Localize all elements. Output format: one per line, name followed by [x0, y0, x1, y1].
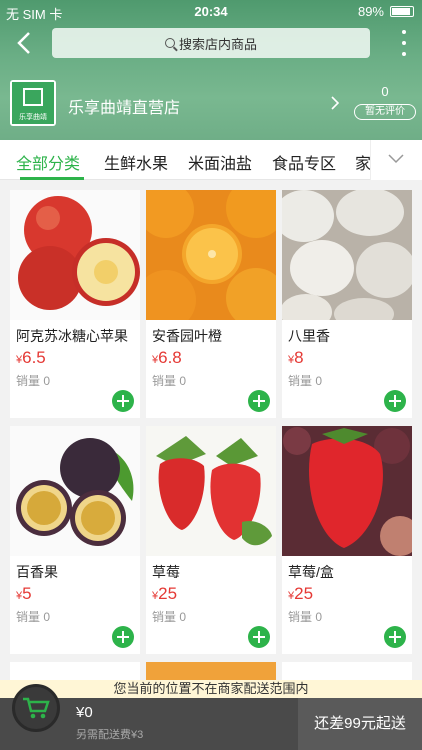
product-price: ¥5 [16, 584, 32, 604]
add-to-cart-button[interactable] [384, 626, 406, 648]
product-image-strawberry-box [282, 426, 412, 556]
search-placeholder: 搜索店内商品 [178, 36, 257, 52]
product-price: ¥6.8 [152, 348, 182, 368]
back-icon[interactable] [10, 28, 40, 58]
tab-rice-oil[interactable]: 米面油盐 [188, 150, 252, 174]
product-card[interactable] [10, 662, 140, 682]
price-value: 25 [158, 584, 178, 603]
product-price: ¥8 [288, 348, 304, 368]
status-right: 89% [358, 4, 414, 19]
sales-label: 销量 [288, 610, 313, 624]
status-bar: 无 SIM 卡 20:34 89% [0, 0, 422, 22]
product-card[interactable]: 安香园叶橙 ¥6.8 销量 0 [146, 190, 276, 418]
review-count: 0 [381, 84, 389, 99]
product-card[interactable]: 草莓/盒 ¥25 销量 0 [282, 426, 412, 654]
add-to-cart-button[interactable] [248, 390, 270, 412]
product-image-melon [282, 190, 412, 330]
product-price: ¥25 [152, 584, 177, 604]
search-input[interactable]: 搜索店内商品 [52, 28, 370, 58]
product-card[interactable]: 八里香 ¥8 销量 0 [282, 190, 412, 418]
category-tabs: 全部分类 生鲜水果 米面油盐 食品专区 家 [0, 140, 422, 180]
product-name: 草莓/盒 [288, 564, 334, 580]
sales-value: 0 [43, 374, 51, 388]
add-to-cart-button[interactable] [248, 626, 270, 648]
add-to-cart-button[interactable] [384, 390, 406, 412]
product-card[interactable]: 草莓 ¥25 销量 0 [146, 426, 276, 654]
product-price: ¥25 [288, 584, 313, 604]
sales-value: 0 [43, 610, 51, 624]
sales-value: 0 [179, 610, 187, 624]
shop-name[interactable]: 乐享曲靖直营店 [68, 94, 180, 118]
battery-icon [390, 6, 414, 17]
cart-total: ¥0 [76, 704, 93, 721]
add-to-cart-button[interactable] [112, 390, 134, 412]
sales-label: 销量 [16, 374, 41, 388]
header: 无 SIM 卡 20:34 89% 搜索店内商品 乐享曲靖 乐享曲靖直营店 0 … [0, 0, 422, 140]
product-sales: 销量 0 [16, 608, 50, 625]
tab-underline [20, 177, 84, 180]
product-card[interactable]: 百香果 ¥5 销量 0 [10, 426, 140, 654]
product-image-passionfruit [10, 426, 140, 556]
cart-bar: ¥0 另需配送费¥3 还差99元起送 [0, 684, 422, 750]
tab-fresh-fruit[interactable]: 生鲜水果 [104, 150, 168, 174]
sales-value: 0 [179, 374, 187, 388]
product-sales: 销量 0 [288, 372, 322, 389]
product-sales: 销量 0 [288, 608, 322, 625]
price-value: 6.8 [158, 348, 182, 367]
tab-home[interactable]: 家 [355, 150, 371, 174]
product-image-strawberry [146, 426, 276, 556]
sales-label: 销量 [152, 374, 177, 388]
product-sales: 销量 0 [152, 372, 186, 389]
product-name: 草莓 [152, 564, 180, 580]
sales-label: 销量 [16, 610, 41, 624]
shop-logo: 乐享曲靖 [10, 80, 56, 126]
battery-percent: 89% [357, 4, 384, 19]
product-image-orange [146, 190, 276, 330]
delivery-fee: 另需配送费¥3 [76, 729, 144, 741]
cart-button[interactable] [12, 684, 60, 732]
checkout-button[interactable]: 还差99元起送 [298, 698, 422, 750]
product-card[interactable] [146, 662, 276, 682]
price-value: 5 [22, 584, 32, 603]
product-name: 百香果 [16, 564, 58, 580]
product-image-apple [10, 190, 140, 320]
tab-food[interactable]: 食品专区 [272, 150, 336, 174]
search-icon [164, 38, 175, 48]
price-value: 8 [294, 348, 304, 367]
product-name: 八里香 [288, 328, 330, 344]
logo-text: 乐享曲靖 [19, 114, 47, 121]
sales-value: 0 [315, 610, 323, 624]
product-card[interactable]: 阿克苏冰糖心苹果 ¥6.5 销量 0 [10, 190, 140, 418]
delivery-notice: 您当前的位置不在商家配送范围内 [0, 680, 422, 698]
price-value: 6.5 [22, 348, 46, 367]
product-card[interactable] [282, 662, 412, 682]
tab-all[interactable]: 全部分类 [16, 150, 80, 174]
price-value: 25 [294, 584, 314, 603]
product-name: 安香园叶橙 [152, 328, 222, 344]
sales-value: 0 [315, 374, 323, 388]
add-to-cart-button[interactable] [112, 626, 134, 648]
product-sales: 销量 0 [152, 608, 186, 625]
product-sales: 销量 0 [16, 372, 50, 389]
sales-label: 销量 [152, 610, 177, 624]
review-badge[interactable]: 暂无评价 [354, 104, 416, 120]
sales-label: 销量 [288, 374, 313, 388]
chevron-right-icon[interactable] [330, 96, 340, 110]
product-price: ¥6.5 [16, 348, 46, 368]
chevron-down-icon[interactable] [388, 153, 404, 165]
more-icon[interactable] [400, 30, 408, 56]
product-name: 阿克苏冰糖心苹果 [16, 328, 128, 344]
cart-icon [23, 697, 50, 719]
